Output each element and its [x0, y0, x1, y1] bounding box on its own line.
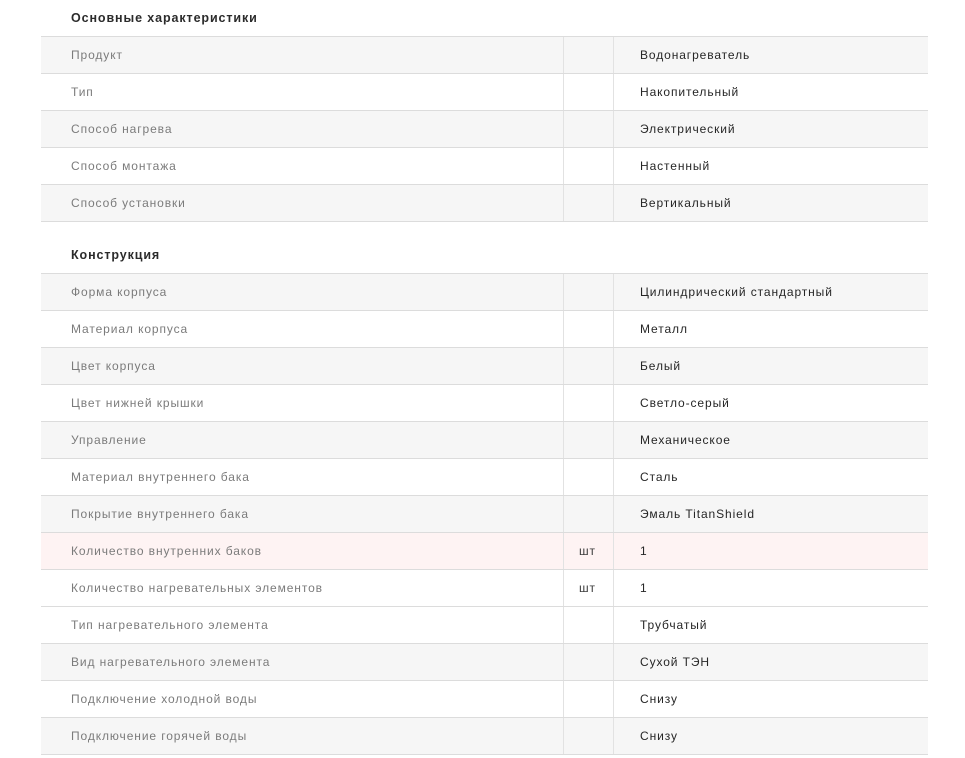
- spec-value: Сталь: [640, 470, 679, 484]
- spec-value: 1: [640, 581, 648, 595]
- spec-row: Тип Накопительный: [41, 73, 928, 110]
- spec-name: Тип нагревательного элемента: [71, 618, 269, 632]
- spec-row: Управление Механическое: [41, 421, 928, 458]
- spec-name: Форма корпуса: [71, 285, 168, 299]
- spec-value: Эмаль TitanShield: [640, 507, 755, 521]
- spec-value: Сухой ТЭН: [640, 655, 710, 669]
- column-divider: [563, 111, 564, 147]
- spec-value: Снизу: [640, 692, 678, 706]
- column-divider: [563, 422, 564, 458]
- spec-name: Покрытие внутреннего бака: [71, 507, 249, 521]
- column-divider: [613, 74, 614, 110]
- column-divider: [563, 348, 564, 384]
- column-divider: [613, 570, 614, 606]
- column-divider: [613, 644, 614, 680]
- column-divider: [563, 185, 564, 221]
- spec-row: Материал внутреннего бака Сталь: [41, 458, 928, 495]
- spec-name: Подключение горячей воды: [71, 729, 248, 743]
- column-divider: [563, 496, 564, 532]
- spec-name: Продукт: [71, 48, 123, 62]
- spec-row: Подключение горячей воды Снизу: [41, 717, 928, 755]
- spec-name: Управление: [71, 433, 147, 447]
- column-divider: [563, 607, 564, 643]
- spec-value: Белый: [640, 359, 681, 373]
- column-divider: [563, 718, 564, 754]
- spec-value: Трубчатый: [640, 618, 708, 632]
- column-divider: [563, 681, 564, 717]
- spec-row: Способ установки Вертикальный: [41, 184, 928, 222]
- spec-name: Цвет нижней крышки: [71, 396, 205, 410]
- spec-name: Тип: [71, 85, 94, 99]
- column-divider: [613, 148, 614, 184]
- spec-row: Цвет нижней крышки Светло-серый: [41, 384, 928, 421]
- column-divider: [563, 385, 564, 421]
- spec-row: Количество нагревательных элементов шт 1: [41, 569, 928, 606]
- column-divider: [613, 111, 614, 147]
- column-divider: [563, 644, 564, 680]
- column-divider: [563, 74, 564, 110]
- column-divider: [563, 459, 564, 495]
- column-divider: [613, 607, 614, 643]
- spec-row: Подключение холодной воды Снизу: [41, 680, 928, 717]
- spec-row: Материал корпуса Металл: [41, 310, 928, 347]
- spec-name: Способ монтажа: [71, 159, 177, 173]
- column-divider: [613, 311, 614, 347]
- column-divider: [613, 37, 614, 73]
- spec-value: Цилиндрический стандартный: [640, 285, 833, 299]
- column-divider: [563, 533, 564, 569]
- spec-row-highlighted: Количество внутренних баков шт 1: [41, 532, 928, 569]
- column-divider: [613, 459, 614, 495]
- spec-value: Снизу: [640, 729, 678, 743]
- column-divider: [563, 148, 564, 184]
- spec-name: Способ нагрева: [71, 122, 173, 136]
- column-divider: [563, 37, 564, 73]
- spec-name: Материал внутреннего бака: [71, 470, 250, 484]
- spec-row: Тип нагревательного элемента Трубчатый: [41, 606, 928, 643]
- column-divider: [613, 385, 614, 421]
- spec-name: Способ установки: [71, 196, 186, 210]
- spec-row: Способ нагрева Электрический: [41, 110, 928, 147]
- spec-name: Количество внутренних баков: [71, 544, 262, 558]
- column-divider: [613, 185, 614, 221]
- spec-row: Вид нагревательного элемента Сухой ТЭН: [41, 643, 928, 680]
- column-divider: [613, 348, 614, 384]
- spec-row: Способ монтажа Настенный: [41, 147, 928, 184]
- spec-value: Механическое: [640, 433, 731, 447]
- column-divider: [613, 681, 614, 717]
- spec-value: Светло-серый: [640, 396, 730, 410]
- spec-row: Форма корпуса Цилиндрический стандартный: [41, 273, 928, 310]
- spec-value: 1: [640, 544, 648, 558]
- spec-name: Материал корпуса: [71, 322, 189, 336]
- spec-value: Водонагреватель: [640, 48, 751, 62]
- column-divider: [613, 718, 614, 754]
- spec-value: Электрический: [640, 122, 736, 136]
- spec-row: Продукт Водонагреватель: [41, 36, 928, 73]
- column-divider: [613, 274, 614, 310]
- spec-row: Цвет корпуса Белый: [41, 347, 928, 384]
- column-divider: [563, 274, 564, 310]
- column-divider: [563, 570, 564, 606]
- spec-unit: шт: [579, 581, 596, 595]
- spec-row: Покрытие внутреннего бака Эмаль TitanShi…: [41, 495, 928, 532]
- spec-value: Накопительный: [640, 85, 740, 99]
- spec-unit: шт: [579, 544, 596, 558]
- column-divider: [613, 533, 614, 569]
- spec-table-main: Продукт Водонагреватель Тип Накопительны…: [41, 36, 928, 222]
- spec-name: Количество нагревательных элементов: [71, 581, 323, 595]
- spec-name: Подключение холодной воды: [71, 692, 258, 706]
- section-title-main-specs: Основные характеристики: [71, 11, 258, 25]
- column-divider: [613, 496, 614, 532]
- spec-name: Цвет корпуса: [71, 359, 156, 373]
- column-divider: [563, 311, 564, 347]
- spec-value: Настенный: [640, 159, 711, 173]
- spec-value: Вертикальный: [640, 196, 732, 210]
- spec-value: Металл: [640, 322, 688, 336]
- column-divider: [613, 422, 614, 458]
- section-title-construction: Конструкция: [71, 248, 161, 262]
- spec-name: Вид нагревательного элемента: [71, 655, 271, 669]
- spec-table-construction: Форма корпуса Цилиндрический стандартный…: [41, 273, 928, 755]
